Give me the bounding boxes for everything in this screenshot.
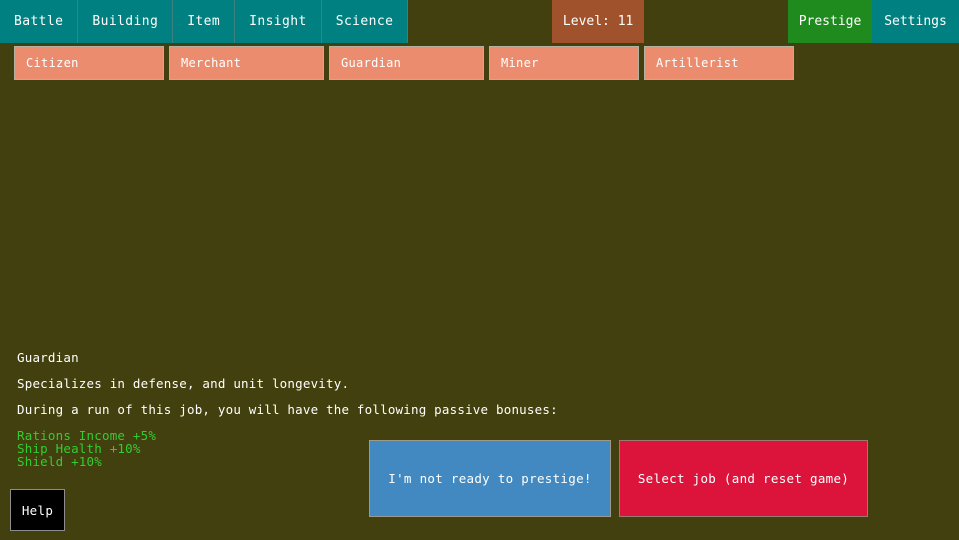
- tab-prestige-label: Prestige: [799, 14, 862, 29]
- level-indicator: Level: 11: [552, 0, 644, 43]
- job-tab-merchant-label: Merchant: [181, 56, 241, 70]
- tab-item[interactable]: Item: [173, 0, 235, 43]
- navbar-spacer-right: [644, 0, 788, 43]
- tab-item-label: Item: [187, 14, 220, 29]
- tab-settings[interactable]: Settings: [872, 0, 959, 43]
- job-tab-citizen-label: Citizen: [26, 56, 79, 70]
- tab-insight[interactable]: Insight: [235, 0, 322, 43]
- job-bonus-list: Rations Income +5% Ship Health +10% Shie…: [17, 429, 717, 468]
- job-bonus-item: Ship Health +10%: [17, 442, 717, 455]
- select-job-reset-button[interactable]: Select job (and reset game): [619, 440, 868, 517]
- job-description-title: Guardian: [17, 351, 717, 364]
- job-tab-miner-label: Miner: [501, 56, 539, 70]
- job-tab-artillerist[interactable]: Artillerist: [644, 46, 794, 80]
- tab-battle[interactable]: Battle: [0, 0, 78, 43]
- tab-building[interactable]: Building: [78, 0, 173, 43]
- decline-prestige-button[interactable]: I'm not ready to prestige!: [369, 440, 611, 517]
- tab-insight-label: Insight: [249, 14, 307, 29]
- job-tab-guardian[interactable]: Guardian: [329, 46, 484, 80]
- job-description-panel: Guardian Specializes in defense, and uni…: [17, 351, 717, 468]
- decline-prestige-label: I'm not ready to prestige!: [388, 471, 591, 486]
- job-tab-artillerist-label: Artillerist: [656, 56, 739, 70]
- tab-battle-label: Battle: [14, 14, 63, 29]
- select-job-reset-label: Select job (and reset game): [638, 471, 849, 486]
- help-button[interactable]: Help: [10, 489, 65, 531]
- job-description-summary: Specializes in defense, and unit longevi…: [17, 377, 717, 390]
- job-tab-guardian-label: Guardian: [341, 56, 401, 70]
- level-indicator-label: Level: 11: [563, 14, 633, 29]
- job-tab-row: Citizen Merchant Guardian Miner Artiller…: [14, 46, 794, 80]
- job-bonus-intro: During a run of this job, you will have …: [17, 403, 717, 416]
- navbar-spacer-left: [408, 0, 552, 43]
- game-screen: Battle Building Item Insight Science Lev…: [0, 0, 959, 540]
- job-bonus-item: Shield +10%: [17, 455, 717, 468]
- job-tab-citizen[interactable]: Citizen: [14, 46, 164, 80]
- tab-building-label: Building: [92, 14, 158, 29]
- tab-science-label: Science: [336, 14, 394, 29]
- tab-science[interactable]: Science: [322, 0, 409, 43]
- help-button-label: Help: [22, 503, 53, 518]
- tab-prestige[interactable]: Prestige: [788, 0, 872, 43]
- top-navigation-bar: Battle Building Item Insight Science Lev…: [0, 0, 959, 43]
- job-tab-miner[interactable]: Miner: [489, 46, 639, 80]
- tab-settings-label: Settings: [884, 14, 947, 29]
- job-tab-merchant[interactable]: Merchant: [169, 46, 324, 80]
